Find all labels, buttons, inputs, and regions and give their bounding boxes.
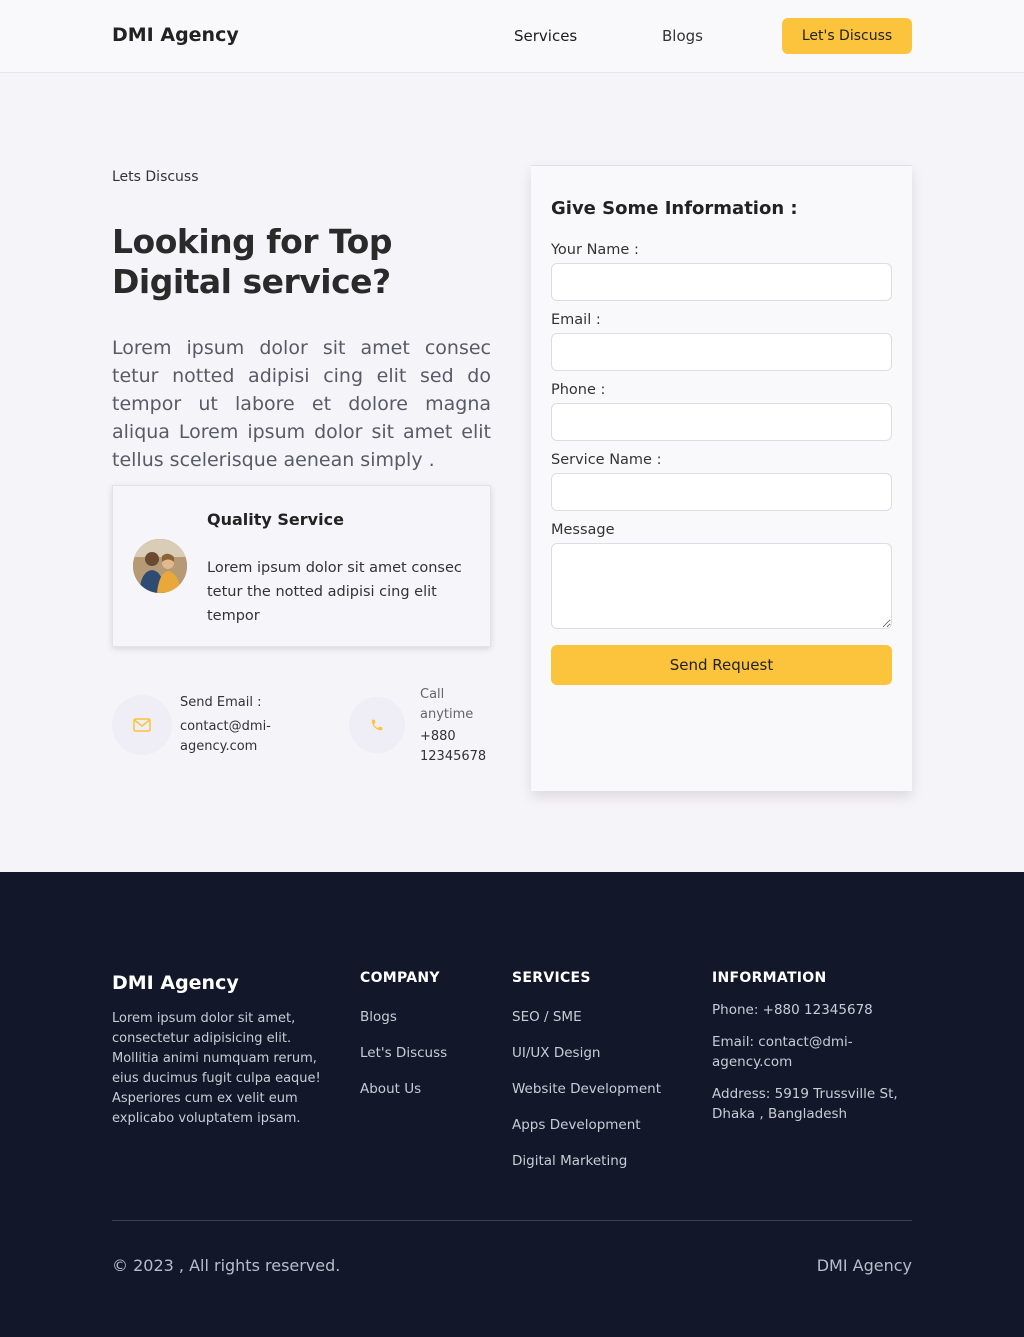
section-eyebrow: Lets Discuss [112, 169, 199, 185]
intro-text: Lorem ipsum dolor sit amet consec tetur … [112, 337, 491, 471]
footer-link-digital-marketing[interactable]: Digital Marketing [512, 1153, 627, 1169]
name-field[interactable] [551, 263, 892, 301]
footer-link-web-dev[interactable]: Website Development [512, 1081, 661, 1097]
footer-services-heading: SERVICES [512, 970, 591, 986]
footer-link-about-us[interactable]: About Us [360, 1081, 421, 1097]
call-value[interactable]: +880 12345678 [420, 727, 500, 767]
footer-email: Email: contact@dmi-agency.com [712, 1034, 853, 1070]
email-field-label: Email : [551, 312, 601, 328]
nav-blogs-link[interactable]: Blogs [662, 27, 703, 45]
quality-title: Quality Service [207, 510, 344, 529]
footer-information-heading: INFORMATION [712, 970, 827, 986]
footer-about-text: Lorem ipsum dolor sit amet, consectetur … [112, 1011, 321, 1126]
brand-logo[interactable]: DMI Agency [112, 24, 239, 46]
footer-link-blogs[interactable]: Blogs [360, 1009, 397, 1025]
email-value[interactable]: contact@dmi-agency.com [180, 717, 290, 757]
phone-icon [349, 697, 405, 753]
footer-address: Address: 5919 Trussville St, Dhaka , Ban… [712, 1086, 898, 1122]
footer-right-brand: DMI Agency [816, 1256, 912, 1275]
service-name-label: Service Name : [551, 452, 662, 468]
call-label: Call anytime [420, 687, 474, 722]
phone-label: Phone : [551, 382, 606, 398]
footer-brand: DMI Agency [112, 972, 239, 994]
lets-discuss-button[interactable]: Let's Discuss [782, 18, 912, 54]
name-label: Your Name : [551, 242, 639, 258]
footer-link-lets-discuss[interactable]: Let's Discuss [360, 1045, 447, 1061]
footer-company-heading: COMPANY [360, 970, 440, 986]
email-field[interactable] [551, 333, 892, 371]
email-label: Send Email : [180, 695, 262, 710]
phone-field[interactable] [551, 403, 892, 441]
footer-divider [112, 1220, 912, 1221]
site-header: DMI Agency Services Blogs Let's Discuss [0, 0, 1024, 73]
message-label: Message [551, 522, 615, 538]
mail-icon [112, 695, 172, 755]
send-request-button[interactable]: Send Request [551, 645, 892, 685]
footer-link-seo[interactable]: SEO / SME [512, 1009, 582, 1025]
footer-phone: Phone: +880 12345678 [712, 1002, 873, 1018]
nav-services-link[interactable]: Services [514, 27, 577, 45]
info-form: Give Some Information : Your Name : Emai… [531, 165, 912, 791]
quality-service-card: Quality Service Lorem ipsum dolor sit am… [112, 485, 491, 647]
footer-link-uiux[interactable]: UI/UX Design [512, 1045, 600, 1061]
form-title: Give Some Information : [551, 198, 798, 219]
service-name-field[interactable] [551, 473, 892, 511]
page-title: Looking for Top Digital service? [112, 222, 392, 301]
message-field[interactable] [551, 543, 892, 629]
site-footer: DMI Agency Lorem ipsum dolor sit amet, c… [0, 872, 1024, 1337]
footer-link-apps-dev[interactable]: Apps Development [512, 1117, 641, 1133]
copyright-text: © 2023 , All rights reserved. [112, 1256, 341, 1275]
avatar [133, 539, 187, 593]
quality-description: Lorem ipsum dolor sit amet consec tetur … [207, 560, 462, 624]
